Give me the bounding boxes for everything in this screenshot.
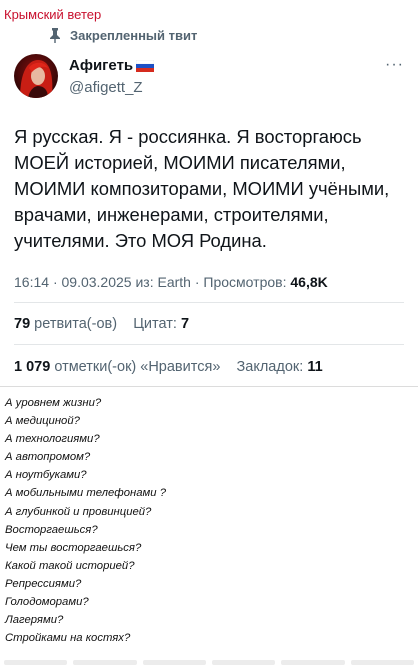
reaction-placeholder[interactable]	[4, 660, 68, 665]
reply-line: Репрессиями?	[5, 577, 82, 590]
reply-line: Лагерями?	[5, 614, 64, 627]
reply-line: Какой такой историей?	[5, 559, 135, 572]
reply-line: А технологиями?	[5, 433, 100, 446]
reply-line: А медициной?	[5, 415, 80, 428]
tweet-source: Earth	[157, 274, 191, 290]
source-prefix: из:	[135, 274, 154, 290]
views-count: 46,8K	[290, 274, 328, 290]
bookmarks-count[interactable]: 11	[307, 359, 322, 375]
pinned-label: Закрепленный твит	[70, 27, 198, 43]
reply-line: А глубинкой и провинцией?	[5, 505, 152, 518]
reaction-placeholder[interactable]	[281, 660, 345, 665]
divider	[14, 302, 404, 303]
retweet-quote-row: 79 ретвита(-ов) Цитат: 7	[14, 316, 189, 332]
reply-line: Голодоморами?	[5, 596, 89, 609]
quotes-count[interactable]: 7	[181, 316, 189, 332]
author-handle[interactable]: @afigett_Z	[69, 79, 143, 96]
views-label: Просмотров:	[203, 274, 287, 290]
pinned-indicator: Закрепленный твит	[48, 27, 197, 43]
divider	[14, 344, 404, 345]
tweet-date[interactable]: 09.03.2025	[62, 274, 132, 290]
tweet-text: Я русская. Я - россиянка. Я восторгаюсь …	[14, 126, 390, 251]
reaction-placeholder[interactable]	[350, 660, 414, 665]
quotes-label[interactable]: Цитат:	[133, 316, 177, 332]
bookmarks-label[interactable]: Закладок:	[237, 359, 304, 375]
avatar[interactable]	[14, 54, 58, 98]
pin-icon	[50, 28, 60, 43]
reaction-placeholder[interactable]	[211, 660, 276, 665]
reply-line: А уровнем жизни?	[5, 397, 102, 409]
tweet-meta: 16:14 · 09.03.2025 из: Earth · Просмотро…	[14, 274, 328, 290]
author-name[interactable]: Афигеть	[69, 57, 133, 74]
reply-line: А ноутбуками?	[5, 469, 87, 482]
more-icon[interactable]: ···	[385, 56, 404, 74]
reaction-placeholder[interactable]	[142, 660, 206, 665]
reply-line: Восторгаешься?	[5, 523, 98, 536]
tweet-time[interactable]: 16:14	[14, 274, 49, 290]
author-name-row[interactable]: Афигеть	[69, 57, 155, 74]
reply-line: А автопромом?	[5, 451, 91, 464]
retweets-label[interactable]: ретвита(-ов)	[34, 316, 117, 332]
bottom-reaction-bar	[0, 660, 418, 665]
likes-bookmarks-row: 1 079 отметки(-ок) «Нравится» Закладок: …	[14, 359, 323, 375]
likes-label[interactable]: отметки(-ок) «Нравится»	[54, 359, 220, 375]
reply-text: А уровнем жизни? А медициной? А технолог…	[5, 394, 166, 647]
reply-line: Чем ты восторгаешься?	[5, 541, 142, 554]
likes-count[interactable]: 1 079	[14, 359, 50, 375]
section-divider	[0, 386, 418, 387]
reply-line: А мобильными телефонами ?	[5, 487, 166, 500]
retweets-count[interactable]: 79	[14, 316, 30, 332]
channel-name[interactable]: Крымский ветер	[4, 7, 101, 22]
russia-flag-icon	[136, 59, 155, 72]
reply-line: Стройками на костях?	[5, 632, 131, 645]
reaction-placeholder[interactable]	[73, 660, 137, 665]
